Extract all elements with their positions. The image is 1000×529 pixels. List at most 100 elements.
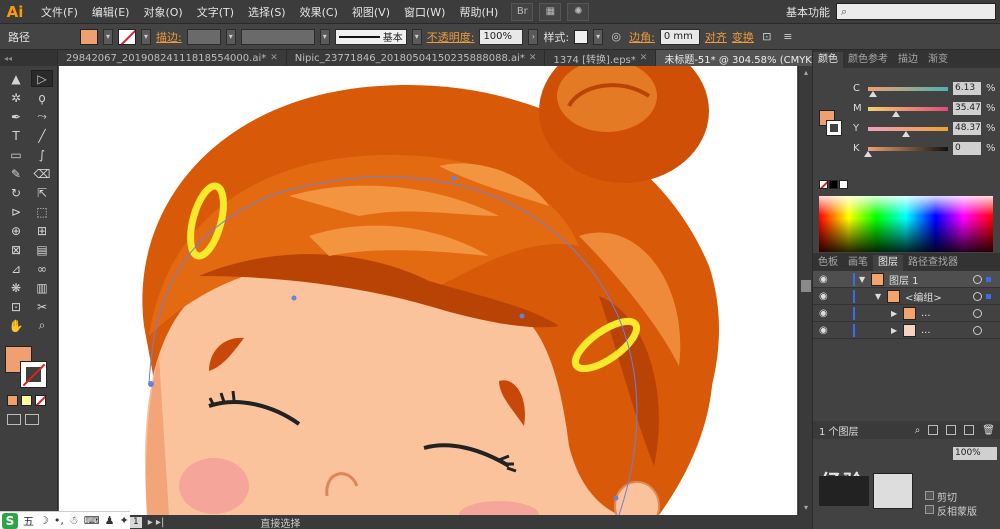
- tab-swatches[interactable]: 色板: [813, 255, 843, 271]
- anchor-point[interactable]: [519, 313, 525, 319]
- hand-icon[interactable]: ✋: [5, 317, 27, 334]
- close-icon[interactable]: ✕: [270, 53, 278, 63]
- punctuation-icon[interactable]: •,: [54, 514, 64, 527]
- settings-icon[interactable]: ✦: [120, 514, 129, 527]
- collapsed-triangle-icon[interactable]: ▶: [891, 309, 897, 318]
- scroll-thumb[interactable]: [801, 280, 811, 292]
- selection-indicator[interactable]: [986, 276, 991, 282]
- canvas-area[interactable]: [58, 66, 798, 515]
- ime-logo-icon[interactable]: S: [2, 512, 18, 529]
- black-slider[interactable]: [864, 146, 948, 157]
- menu-view[interactable]: 视图(V): [345, 4, 397, 20]
- layer-row[interactable]: ◉ ▼ <编组>: [813, 288, 1000, 305]
- panel-stroke-swatch[interactable]: [826, 120, 842, 136]
- ime-mode[interactable]: 五: [23, 513, 34, 529]
- black-slider-thumb[interactable]: [864, 150, 872, 157]
- rotate-icon[interactable]: ↻: [5, 184, 27, 201]
- stroke-color-swatch[interactable]: [20, 361, 47, 388]
- yellow-value[interactable]: 48.37: [953, 122, 981, 135]
- screen-mode-icon[interactable]: [25, 414, 39, 425]
- blend-icon[interactable]: ∞: [31, 260, 53, 277]
- scroll-down-icon[interactable]: ▾: [801, 503, 811, 513]
- anchor-point[interactable]: [613, 495, 619, 501]
- menu-effect[interactable]: 效果(C): [293, 4, 345, 20]
- tab-brushes[interactable]: 画笔: [843, 255, 873, 271]
- target-icon[interactable]: [973, 274, 982, 284]
- layer-name[interactable]: ...: [921, 325, 931, 336]
- artboard-icon[interactable]: ⊡: [5, 298, 27, 315]
- black-value[interactable]: 0: [953, 142, 981, 155]
- menu-edit[interactable]: 编辑(E): [85, 4, 137, 20]
- opacity-dropdown-icon[interactable]: ›: [528, 28, 539, 45]
- page-nav-icon[interactable]: ▸ ▸|: [148, 517, 165, 528]
- type-tool-icon[interactable]: T: [5, 127, 27, 144]
- target-icon[interactable]: [973, 291, 982, 301]
- tab-pathfinder[interactable]: 路径查找器: [903, 255, 963, 271]
- close-icon[interactable]: ✕: [529, 53, 537, 63]
- anchor-point[interactable]: [451, 175, 457, 181]
- rectangle-tool-icon[interactable]: ▭: [5, 146, 27, 163]
- moon-icon[interactable]: ☽: [39, 514, 49, 527]
- expand-triangle-icon[interactable]: ▼: [859, 275, 865, 284]
- perspective-icon[interactable]: ⊞: [31, 222, 53, 239]
- close-icon[interactable]: ✕: [640, 53, 648, 63]
- variable-width-field[interactable]: [240, 28, 315, 45]
- eye-icon[interactable]: ◉: [819, 308, 831, 319]
- layer-name[interactable]: <编组>: [905, 289, 942, 304]
- graph-icon[interactable]: ▥: [31, 279, 53, 296]
- make-mask-button[interactable]: [873, 473, 913, 509]
- expand-triangle-icon[interactable]: ▼: [875, 292, 881, 301]
- skin-icon[interactable]: ☃: [69, 514, 79, 527]
- keyboard-icon[interactable]: ⌨: [84, 514, 100, 527]
- brush-definition[interactable]: 基本: [334, 28, 407, 45]
- eye-icon[interactable]: ◉: [819, 291, 831, 302]
- tab-document-3[interactable]: 1374 [转换].eps* ✕: [545, 50, 657, 66]
- fill-stroke-control[interactable]: [5, 346, 49, 390]
- tab-document-1[interactable]: 29842067_20190824111818554000.ai* ✕: [58, 50, 287, 66]
- opacity-label[interactable]: 不透明度:: [427, 29, 475, 45]
- artboard[interactable]: [59, 66, 797, 515]
- style-dropdown-icon[interactable]: ▾: [593, 28, 604, 45]
- girl-illustration[interactable]: [59, 66, 797, 515]
- workspace-switcher[interactable]: 基本功能: [786, 4, 830, 20]
- line-tool-icon[interactable]: ╱: [31, 127, 53, 144]
- black-swatch[interactable]: [829, 180, 838, 189]
- object-thumbnail[interactable]: [819, 476, 869, 506]
- slice-icon[interactable]: ✂: [31, 298, 53, 315]
- menu-window[interactable]: 窗口(W): [397, 4, 452, 20]
- magenta-slider[interactable]: [868, 106, 948, 117]
- layer-row[interactable]: ◉ ▼ 图层 1: [813, 271, 1000, 288]
- menu-help[interactable]: 帮助(H): [452, 4, 505, 20]
- tab-document-2[interactable]: Nipic_23771846_20180504150235888088.ai* ✕: [286, 50, 546, 66]
- cyan-slider-thumb[interactable]: [868, 90, 877, 97]
- eraser-icon[interactable]: ⌫: [31, 165, 53, 182]
- graphic-style-swatch[interactable]: [574, 29, 589, 44]
- direct-selection-tool-icon[interactable]: ▷: [31, 70, 53, 87]
- mesh-icon[interactable]: ⊠: [5, 241, 27, 258]
- locate-object-icon[interactable]: ⌕: [915, 425, 921, 436]
- bridge-icon[interactable]: Br: [511, 2, 534, 21]
- none-swatch[interactable]: [819, 180, 828, 189]
- clip-checkbox[interactable]: [925, 491, 934, 500]
- gradient-icon[interactable]: ▤: [31, 241, 53, 258]
- layer-name[interactable]: ...: [921, 308, 931, 319]
- magic-wand-icon[interactable]: ✲: [5, 89, 27, 106]
- scroll-up-icon[interactable]: ▴: [801, 68, 811, 78]
- selection-indicator[interactable]: [986, 293, 991, 299]
- draw-mode-icon[interactable]: [7, 414, 21, 425]
- arrange-documents-icon[interactable]: ▦: [539, 2, 562, 21]
- search-input[interactable]: ⌕: [836, 3, 996, 20]
- tab-layers[interactable]: 图层: [873, 255, 903, 271]
- anchor-point[interactable]: [148, 381, 154, 387]
- shape-builder-icon[interactable]: ⊕: [5, 222, 27, 239]
- menu-file[interactable]: 文件(F): [34, 4, 85, 20]
- invert-mask-checkbox[interactable]: [925, 505, 934, 514]
- new-sublayer-icon[interactable]: [946, 425, 957, 435]
- layer-row[interactable]: ◉ ▶ ...: [813, 305, 1000, 322]
- cyan-slider[interactable]: [868, 86, 948, 97]
- symbol-sprayer-icon[interactable]: ❋: [5, 279, 27, 296]
- corner-label[interactable]: 边角:: [629, 29, 655, 45]
- recolor-icon[interactable]: ◎: [608, 29, 624, 45]
- pen-tool-icon[interactable]: ✒: [5, 108, 27, 125]
- new-layer-icon[interactable]: [964, 425, 975, 435]
